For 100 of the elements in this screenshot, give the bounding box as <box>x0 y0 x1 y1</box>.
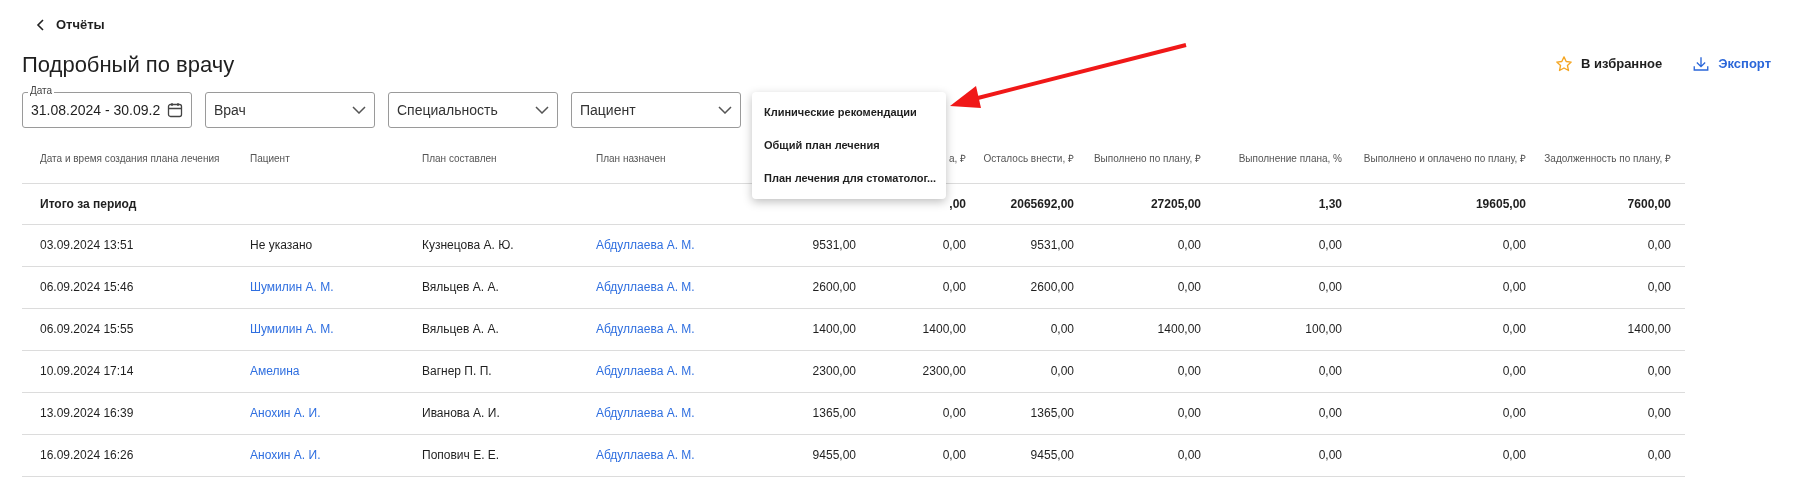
table-cell: 0,00 <box>1318 406 1342 420</box>
table-cell: 9455,00 <box>1030 448 1074 462</box>
table-cell: 1365,00 <box>1030 406 1074 420</box>
back-link[interactable]: Отчёты <box>56 15 105 35</box>
column-header: План назначен <box>596 152 666 164</box>
table-cell: 0,00 <box>1647 238 1671 252</box>
table-cell: 0,00 <box>942 448 966 462</box>
table-cell: 1400,00 <box>812 322 856 336</box>
select-field[interactable]: Врач <box>205 92 375 128</box>
table-link[interactable]: Шумилин А. М. <box>250 322 334 336</box>
table-cell: 0,00 <box>942 406 966 420</box>
total-cell: 2065692,00 <box>1010 196 1074 211</box>
table-cell: Иванова А. И. <box>422 406 500 420</box>
table-link[interactable]: Абдуллаева А. М. <box>596 406 695 420</box>
column-header: Дата и время создания плана лечения <box>40 152 220 164</box>
table-cell: 0,00 <box>1318 280 1342 294</box>
table-link[interactable]: Абдуллаева А. М. <box>596 238 695 252</box>
table-cell: 2300,00 <box>922 364 966 378</box>
table-cell: 9531,00 <box>812 238 856 252</box>
total-cell: 27205,00 <box>1150 196 1201 211</box>
table-cell: 13.09.2024 16:39 <box>40 406 134 420</box>
table-cell: 1400,00 <box>1627 322 1671 336</box>
table-cell: 100,00 <box>1305 322 1342 336</box>
table-cell: 0,00 <box>942 280 966 294</box>
column-header: Задолженность по плану, ₽ <box>1544 152 1671 164</box>
table-link[interactable]: Абдуллаева А. М. <box>596 322 695 336</box>
table-cell: 0,00 <box>1050 322 1074 336</box>
total-cell: 19605,00 <box>1475 196 1526 211</box>
table-link[interactable]: Абдуллаева А. М. <box>596 364 695 378</box>
table-cell: 0,00 <box>1647 448 1671 462</box>
chevron-down-icon <box>718 106 732 114</box>
date-range-value: 31.08.2024 - 30.09.2 <box>31 100 161 120</box>
chevron-down-icon <box>352 106 366 114</box>
table-cell: 0,00 <box>1502 280 1526 294</box>
table-cell: Попович Е. Е. <box>422 448 500 462</box>
download-icon <box>1692 55 1711 73</box>
select-field[interactable]: Специальность <box>388 92 558 128</box>
table-cell: 0,00 <box>1177 406 1201 420</box>
total-cell: ,00 <box>949 196 966 211</box>
table-cell: 0,00 <box>1318 448 1342 462</box>
table-cell: 0,00 <box>1502 364 1526 378</box>
table-cell: 0,00 <box>1502 322 1526 336</box>
table-link[interactable]: Абдуллаева А. М. <box>596 448 695 462</box>
table-cell: 0,00 <box>1647 280 1671 294</box>
back-icon[interactable] <box>36 18 46 32</box>
table-cell: 10.09.2024 17:14 <box>40 364 134 378</box>
table-link[interactable]: Шумилин А. М. <box>250 280 334 294</box>
table-cell: 0,00 <box>942 238 966 252</box>
column-header: Осталось внести, ₽ <box>983 152 1074 164</box>
table-cell: Вяльцев А. А. <box>422 280 499 294</box>
table-cell: 0,00 <box>1177 280 1201 294</box>
column-header: Выполнено и оплачено по плану, ₽ <box>1363 152 1526 164</box>
table-cell: 1400,00 <box>922 322 966 336</box>
table-cell: 0,00 <box>1647 406 1671 420</box>
table-cell: 16.09.2024 16:26 <box>40 448 134 462</box>
table-cell: 9455,00 <box>812 448 856 462</box>
table-cell: 9531,00 <box>1030 238 1074 252</box>
table-cell: Не указано <box>250 238 313 252</box>
export-button[interactable]: Экспорт <box>1692 54 1771 74</box>
table-cell: 0,00 <box>1502 448 1526 462</box>
table-cell: 0,00 <box>1050 364 1074 378</box>
table-cell: 2300,00 <box>812 364 856 378</box>
table-cell: 1365,00 <box>812 406 856 420</box>
table-cell: 0,00 <box>1177 364 1201 378</box>
favorite-button[interactable]: В избранное <box>1555 54 1663 74</box>
field-label: Дата <box>28 84 55 98</box>
table-cell: Вяльцев А. А. <box>422 322 499 336</box>
menu-item[interactable]: Клинические рекомендации <box>752 96 946 129</box>
table-cell: 03.09.2024 13:51 <box>40 238 134 252</box>
total-cell: Итого за период <box>40 196 137 211</box>
table-cell: 1400,00 <box>1157 322 1201 336</box>
select-field[interactable]: Пациент <box>571 92 741 128</box>
table-cell: 2600,00 <box>1030 280 1074 294</box>
table-cell: 0,00 <box>1502 406 1526 420</box>
table-cell: Кузнецова А. Ю. <box>422 238 514 252</box>
star-icon <box>1555 55 1574 73</box>
table-cell: 0,00 <box>1318 238 1342 252</box>
total-cell: 7600,00 <box>1627 196 1671 211</box>
total-cell: 1,30 <box>1318 196 1342 211</box>
table-cell: 06.09.2024 15:55 <box>40 322 134 336</box>
table-link[interactable]: Анохин А. И. <box>250 448 321 462</box>
chevron-down-icon <box>535 106 549 114</box>
table-cell: 0,00 <box>1177 448 1201 462</box>
table-cell: 06.09.2024 15:46 <box>40 280 134 294</box>
menu-item[interactable]: Общий план лечения <box>752 129 946 162</box>
page-title: Подробный по врачу <box>22 50 235 79</box>
table-cell: 0,00 <box>1318 364 1342 378</box>
table-cell: Вагнер П. П. <box>422 364 492 378</box>
table-link[interactable]: Анохин А. И. <box>250 406 321 420</box>
calendar-icon <box>167 102 183 118</box>
column-header: Выполнение плана, % <box>1238 152 1342 164</box>
column-header: План составлен <box>422 152 497 164</box>
table-link[interactable]: Амелина <box>250 364 300 378</box>
table-cell: 0,00 <box>1177 238 1201 252</box>
menu-item[interactable]: План лечения для стоматолог... <box>752 162 946 195</box>
table-cell: 0,00 <box>1502 238 1526 252</box>
column-header: а, ₽ <box>948 152 966 164</box>
table-cell: 0,00 <box>1647 364 1671 378</box>
column-header: Выполнено по плану, ₽ <box>1093 152 1201 164</box>
table-link[interactable]: Абдуллаева А. М. <box>596 280 695 294</box>
